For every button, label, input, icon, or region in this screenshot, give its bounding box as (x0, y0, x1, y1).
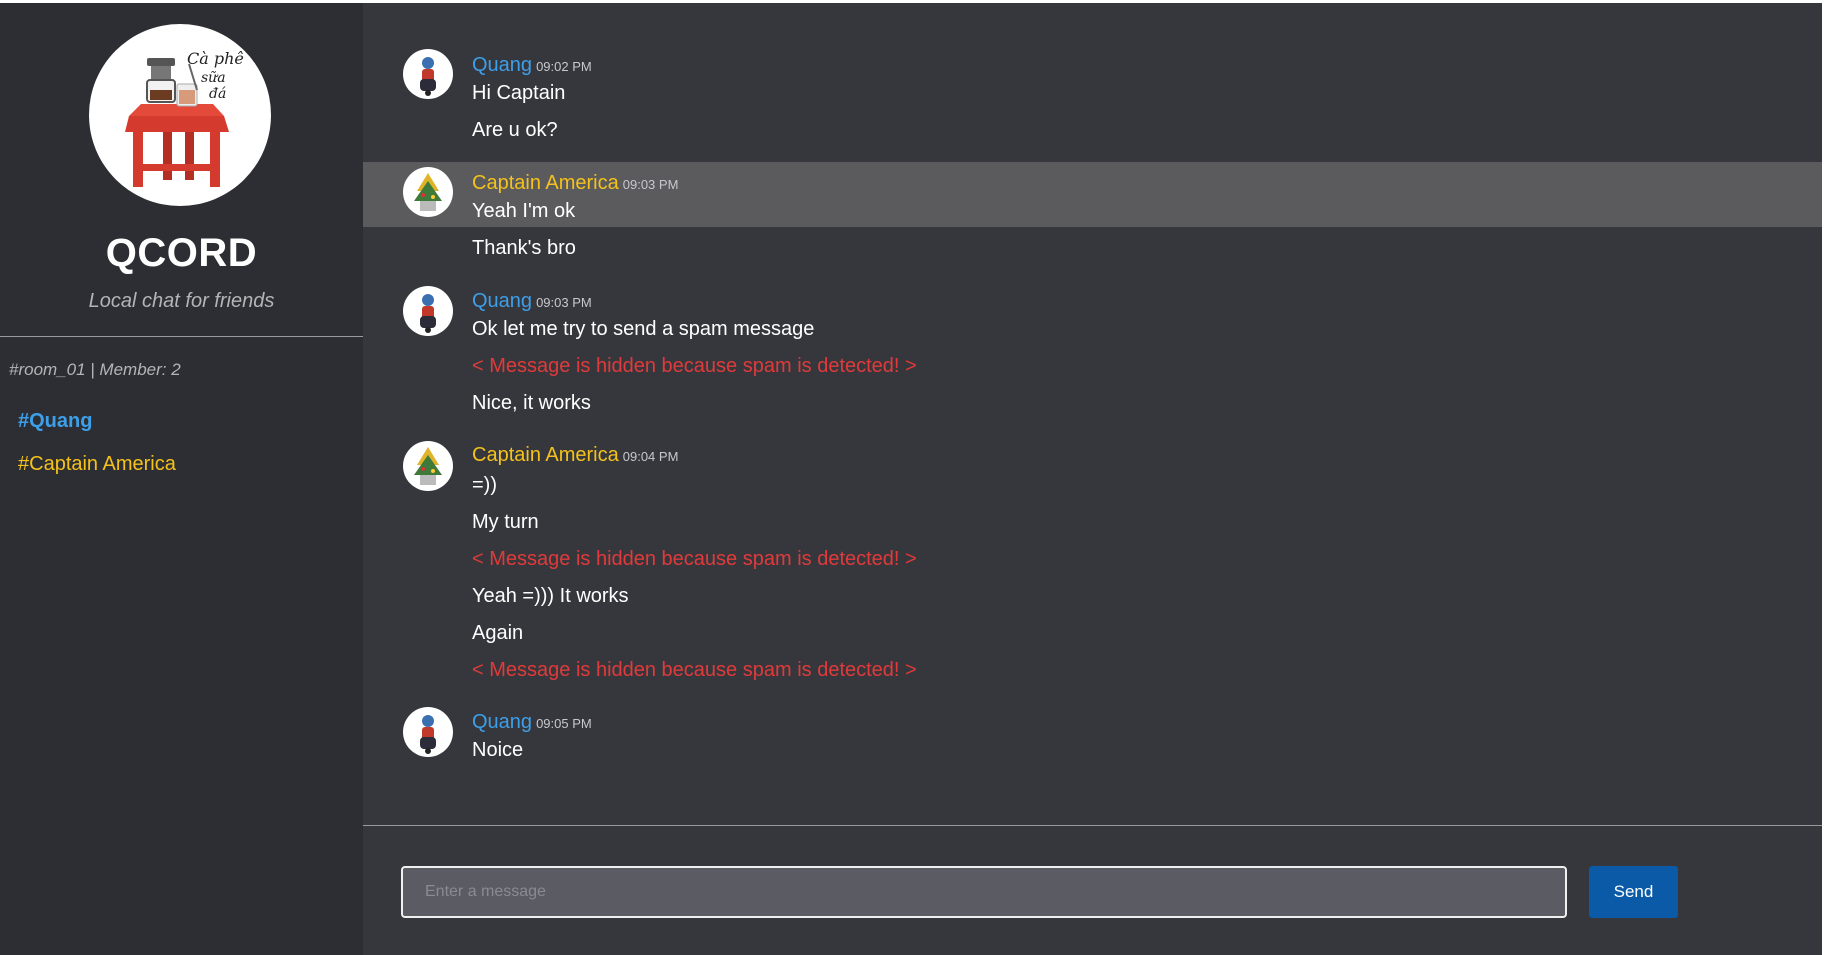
message-input[interactable] (401, 866, 1567, 918)
captain-america-avatar[interactable] (403, 441, 453, 491)
spam-hidden-notice: < Message is hidden because spam is dete… (472, 548, 917, 570)
message-timestamp: 09:04 PM (622, 449, 679, 464)
message-text: Hi Captain (472, 82, 566, 104)
message-text: Are u ok? (472, 119, 558, 141)
captain-america-avatar[interactable] (403, 167, 453, 217)
message-timestamp: 09:02 PM (536, 59, 592, 74)
svg-text:đá: đá (209, 86, 226, 102)
author-name[interactable]: Quang (472, 54, 532, 76)
author-name[interactable]: Quang (472, 711, 532, 733)
app-window: Cà phê sữa đá QCORD Local chat for frien… (0, 3, 1822, 955)
sidebar-divider (0, 336, 363, 337)
svg-text:Cà phê: Cà phê (187, 49, 244, 68)
app-title: QCORD (105, 231, 258, 275)
member-captain-america[interactable]: #Captain America (18, 453, 176, 476)
app-subtitle: Local chat for friends (88, 290, 275, 312)
message-header: Quang 09:02 PM (472, 54, 592, 77)
message-text: Again (472, 622, 524, 644)
message-text: My turn (472, 511, 539, 533)
room-info: #room_01 | Member: 2 (9, 360, 181, 379)
member-quang[interactable]: #Quang (18, 410, 92, 433)
message-text: Nice, it works (472, 392, 591, 414)
message-text: Noice (472, 739, 524, 761)
message-timestamp: 09:03 PM (536, 295, 592, 310)
quang-avatar[interactable] (403, 707, 453, 757)
app-logo: Cà phê sữa đá (89, 24, 271, 206)
message-text: Yeah =))) It works (472, 585, 629, 607)
coffee-stool-logo-icon: Cà phê sữa đá (125, 49, 244, 187)
quang-avatar[interactable] (403, 49, 453, 99)
message-list: Quang 09:02 PM Hi Captain Are u ok? Capta… (363, 3, 1822, 825)
quang-avatar[interactable] (403, 286, 453, 336)
message-header: Captain America 09:03 PM (472, 172, 678, 195)
composer-divider (363, 825, 1822, 826)
scooter-rider-icon (420, 715, 436, 754)
author-name[interactable]: Captain America (472, 172, 619, 194)
christmas-tree-icon (414, 447, 442, 485)
scooter-rider-icon (420, 294, 436, 333)
chat-panel: Quang 09:02 PM Hi Captain Are u ok? Capta… (363, 3, 1822, 955)
message-header: Quang 09:03 PM (472, 290, 592, 313)
spam-hidden-notice: < Message is hidden because spam is dete… (472, 355, 917, 377)
message-header: Captain America 09:04 PM (472, 444, 678, 467)
send-button[interactable]: Send (1589, 866, 1678, 918)
message-text: Yeah I'm ok (472, 200, 576, 222)
svg-text:sữa: sữa (201, 70, 226, 86)
message-text: Ok let me try to send a spam message (472, 318, 815, 340)
author-name[interactable]: Captain America (472, 444, 619, 466)
message-timestamp: 09:05 PM (536, 716, 592, 731)
scooter-rider-icon (420, 57, 436, 96)
spam-hidden-notice: < Message is hidden because spam is dete… (472, 659, 917, 681)
author-name[interactable]: Quang (472, 290, 532, 312)
message-header: Quang 09:05 PM (472, 711, 592, 734)
christmas-tree-icon (414, 173, 442, 211)
message-text: Thank's bro (472, 237, 576, 259)
sidebar: Cà phê sữa đá QCORD Local chat for frien… (0, 3, 363, 955)
message-timestamp: 09:03 PM (622, 177, 679, 192)
message-text: =)) (472, 474, 497, 496)
